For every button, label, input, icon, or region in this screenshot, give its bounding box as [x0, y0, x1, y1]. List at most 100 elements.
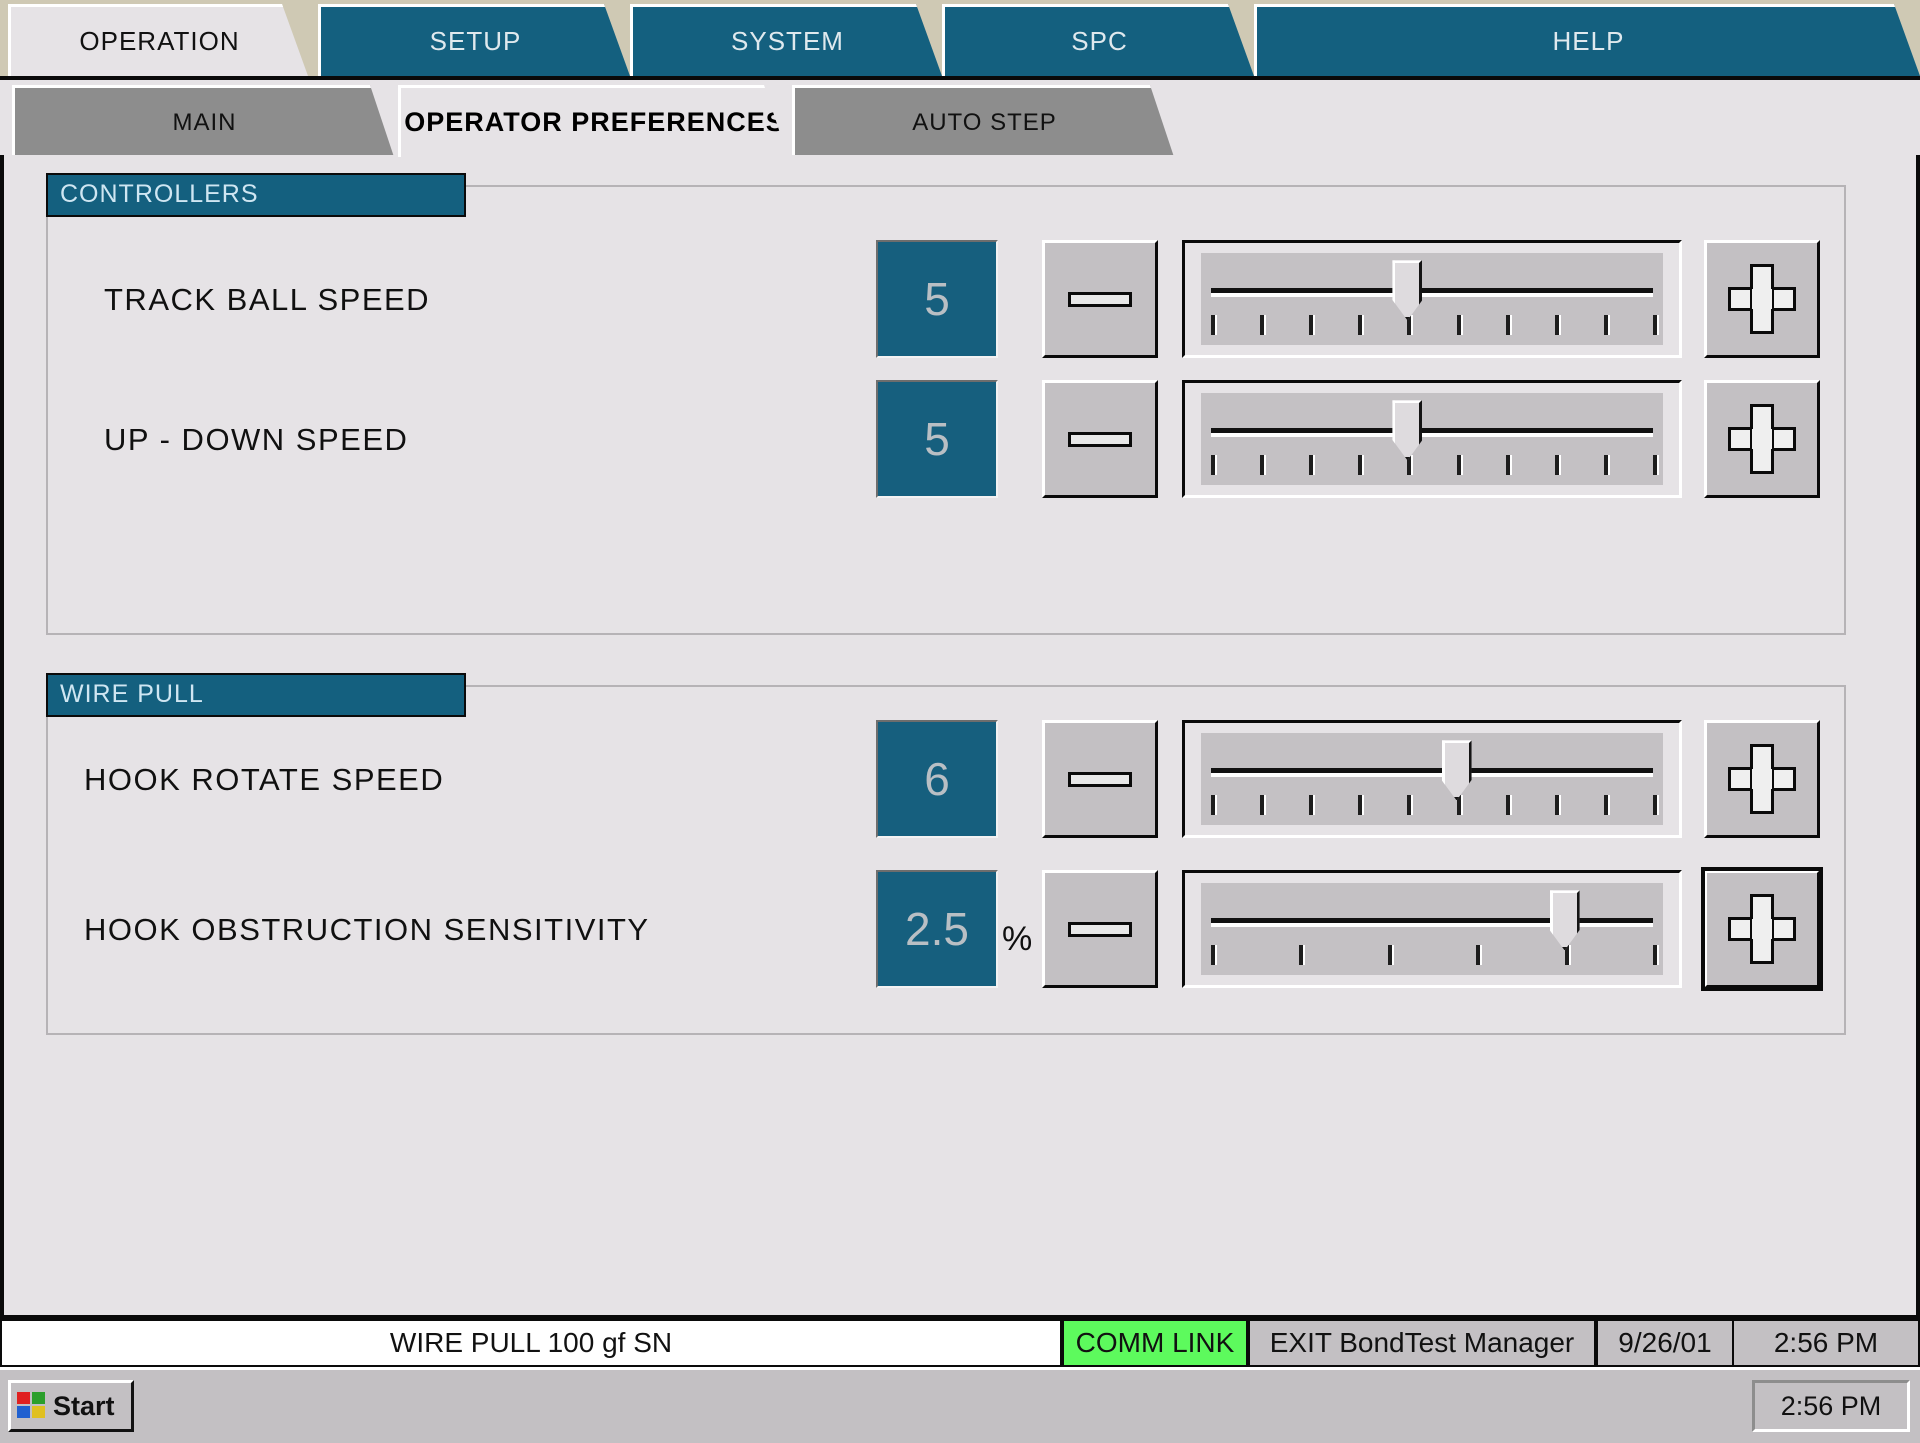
- windows-logo-icon: [17, 1392, 47, 1420]
- sub-tab-main[interactable]: MAIN: [12, 85, 394, 157]
- application-window: OPERATION SETUP SYSTEM SPC HELP MAIN OPERATOR…: [0, 0, 1920, 1443]
- slider-thumb[interactable]: [1441, 740, 1472, 801]
- primary-tab-help[interactable]: HELP: [1254, 4, 1920, 76]
- value-text: 2.5: [905, 903, 969, 955]
- plus-icon: [1727, 404, 1797, 474]
- value-text: 5: [924, 273, 950, 325]
- slider[interactable]: [1182, 380, 1682, 498]
- slider-tick: [1260, 455, 1265, 475]
- start-button[interactable]: Start: [8, 1380, 134, 1432]
- sub-tab-label: OPERATOR PREFERENCES: [404, 107, 785, 137]
- slider-tick: [1211, 315, 1215, 335]
- slider-track: [1211, 427, 1653, 433]
- slider-tick: [1260, 315, 1265, 335]
- slider-tick: [1653, 315, 1657, 335]
- minus-icon: [1068, 921, 1132, 937]
- slider[interactable]: [1182, 240, 1682, 358]
- sub-tab-auto-step[interactable]: AUTO STEP: [792, 85, 1174, 157]
- test-info-field: WIRE PULL 100 gf SN: [0, 1319, 1062, 1367]
- slider-ticks: [1211, 315, 1657, 337]
- windows-taskbar: Start 2:56 PM: [0, 1367, 1920, 1443]
- slider-tick: [1505, 315, 1510, 335]
- slider-tick: [1505, 455, 1510, 475]
- group-title: WIRE PULL: [46, 673, 466, 717]
- slider-tick: [1260, 795, 1265, 815]
- primary-tab-label: SETUP: [429, 26, 522, 56]
- slider-track-area: [1201, 733, 1663, 825]
- row-label: HOOK ROTATE SPEED: [84, 762, 445, 797]
- operator-preferences-panel: CONTROLLERS TRACK BALL SPEED 5 UP - DOWN SP…: [0, 155, 1920, 1315]
- primary-tab-label: SPC: [1071, 26, 1128, 56]
- slider-track-area: [1201, 393, 1663, 485]
- plus-icon: [1727, 744, 1797, 814]
- slider-tick: [1603, 795, 1608, 815]
- primary-tab-label: SYSTEM: [731, 26, 844, 56]
- slider-tick: [1211, 455, 1215, 475]
- slider-ticks: [1211, 455, 1657, 477]
- primary-tab-setup[interactable]: SETUP: [318, 4, 630, 76]
- primary-tab-bar: OPERATION SETUP SYSTEM SPC HELP: [0, 0, 1920, 76]
- sub-tab-bar: MAIN OPERATOR PREFERENCES AUTO STEP: [0, 76, 1920, 162]
- slider[interactable]: [1182, 720, 1682, 838]
- slider-tick: [1407, 795, 1412, 815]
- slider-tick: [1309, 315, 1314, 335]
- sub-tab-operator-preferences[interactable]: OPERATOR PREFERENCES: [398, 85, 788, 157]
- increment-button[interactable]: [1701, 867, 1823, 991]
- taskbar-clock[interactable]: 2:56 PM: [1752, 1380, 1910, 1432]
- primary-tab-operation[interactable]: OPERATION: [8, 4, 308, 76]
- slider-ticks: [1211, 945, 1657, 967]
- plus-icon: [1727, 894, 1797, 964]
- slider-thumb[interactable]: [1392, 400, 1423, 461]
- decrement-button[interactable]: [1042, 240, 1158, 358]
- status-time: 2:56 PM: [1734, 1319, 1920, 1367]
- slider-tick: [1554, 455, 1559, 475]
- increment-button[interactable]: [1704, 240, 1820, 358]
- primary-tab-system[interactable]: SYSTEM: [630, 4, 942, 76]
- slider-tick: [1299, 945, 1304, 965]
- decrement-button[interactable]: [1042, 870, 1158, 988]
- status-date: 9/26/01: [1596, 1319, 1734, 1367]
- slider-tick: [1653, 945, 1657, 965]
- row-label: TRACK BALL SPEED: [104, 282, 431, 317]
- exit-bondtest-manager-button[interactable]: EXIT BondTest Manager: [1248, 1319, 1596, 1367]
- slider[interactable]: [1182, 870, 1682, 988]
- slider-thumb[interactable]: [1549, 890, 1580, 951]
- sub-tab-label: AUTO STEP: [912, 108, 1057, 136]
- slider-tick: [1309, 455, 1314, 475]
- slider-track: [1211, 917, 1653, 923]
- slider-tick: [1554, 315, 1559, 335]
- slider-track-area: [1201, 883, 1663, 975]
- decrement-button[interactable]: [1042, 720, 1158, 838]
- plus-icon: [1727, 264, 1797, 334]
- value-display: 5: [876, 240, 998, 358]
- slider-tick: [1653, 455, 1657, 475]
- slider-thumb[interactable]: [1392, 260, 1423, 321]
- slider-tick: [1554, 795, 1559, 815]
- decrement-button[interactable]: [1042, 380, 1158, 498]
- sub-tab-label: MAIN: [172, 108, 237, 136]
- status-bar: WIRE PULL 100 gf SN COMM LINK EXIT BondT…: [0, 1315, 1920, 1367]
- primary-tab-label: OPERATION: [79, 26, 240, 56]
- slider-tick: [1505, 795, 1510, 815]
- increment-button[interactable]: [1704, 380, 1820, 498]
- slider-tick: [1653, 795, 1657, 815]
- row-label: UP - DOWN SPEED: [104, 422, 409, 457]
- slider-tick: [1456, 315, 1461, 335]
- row-label: HOOK OBSTRUCTION SENSITIVITY: [84, 912, 650, 947]
- slider-tick: [1211, 945, 1215, 965]
- slider-tick: [1476, 945, 1481, 965]
- comm-link-indicator[interactable]: COMM LINK: [1062, 1319, 1248, 1367]
- primary-tab-label: HELP: [1552, 26, 1625, 56]
- value-unit: %: [1002, 920, 1033, 958]
- slider-tick: [1603, 455, 1608, 475]
- slider-tick: [1387, 945, 1392, 965]
- slider-tick: [1603, 315, 1608, 335]
- slider-tick: [1456, 455, 1461, 475]
- value-text: 5: [924, 413, 950, 465]
- increment-button[interactable]: [1704, 720, 1820, 838]
- slider-ticks: [1211, 795, 1657, 817]
- primary-tab-spc[interactable]: SPC: [942, 4, 1254, 76]
- slider-tick: [1358, 455, 1363, 475]
- value-display: 6: [876, 720, 998, 838]
- minus-icon: [1068, 431, 1132, 447]
